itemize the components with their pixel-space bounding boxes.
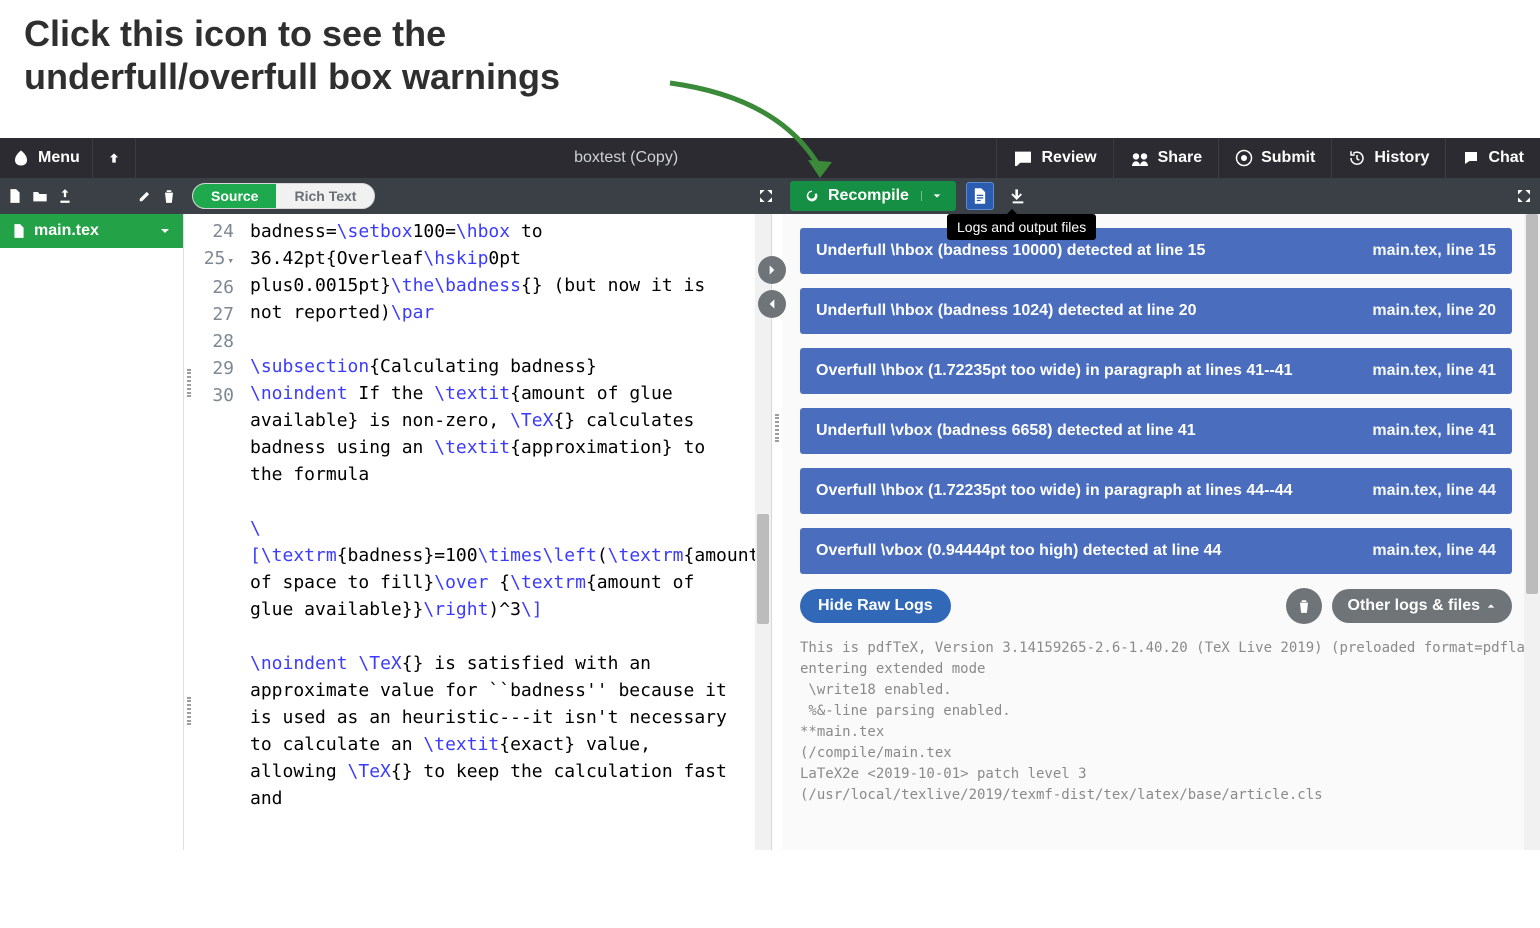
hide-raw-logs-button[interactable]: Hide Raw Logs [800,589,951,623]
pdf-expand-button[interactable] [1516,188,1532,204]
chevron-down-icon [932,191,942,201]
file-item-main-tex[interactable]: main.tex [0,214,183,248]
recompile-dropdown[interactable] [921,191,942,201]
svg-text:Ab: Ab [1019,153,1029,162]
file-label: main.tex [34,222,99,240]
log-actions: Hide Raw Logs Other logs & files [782,580,1540,634]
instruction-line1: Click this icon to see the [24,12,1516,55]
share-button[interactable]: Share [1113,138,1218,178]
warning-location: main.tex, line 20 [1372,302,1496,320]
editor-tools: Source Rich Text [184,178,782,214]
pdf-tools: Recompile Logs and output files [782,178,1540,214]
submit-icon [1235,149,1253,167]
rename-icon[interactable] [138,189,152,203]
chat-icon [1462,149,1480,167]
chevron-down-icon [159,225,171,237]
main-panes: main.tex 2425▾2627282930 badness=\setbox… [0,214,1540,850]
file-tools [0,178,184,214]
warning-item[interactable]: Underfull \hbox (badness 1024) detected … [800,288,1512,334]
leaf-icon [12,149,30,167]
menu-button[interactable]: Menu [0,138,93,178]
history-icon [1348,149,1366,167]
warning-item[interactable]: Underfull \vbox (badness 6658) detected … [800,408,1512,454]
delete-icon[interactable] [162,188,176,204]
instruction-line2: underfull/overfull box warnings [24,55,1516,98]
file-menu-toggle[interactable] [159,225,171,237]
code-area[interactable]: badness=\setbox100=\hbox to 36.42pt{Over… [242,214,755,850]
up-arrow-icon [107,151,121,165]
drag-handle-icon [187,369,191,397]
warning-list: Underfull \hbox (badness 10000) detected… [782,214,1540,580]
drag-handle-icon [775,414,779,442]
warning-message: Overfull \hbox (1.72235pt too wide) in p… [816,362,1293,380]
chat-button[interactable]: Chat [1445,138,1540,178]
resizer-left[interactable] [184,214,194,850]
review-button[interactable]: Ab Review [996,138,1112,178]
new-file-icon[interactable] [8,188,22,204]
warning-message: Overfull \hbox (1.72235pt too wide) in p… [816,482,1293,500]
file-tree-pane: main.tex [0,214,184,850]
logs-button[interactable] [966,182,994,210]
logs-pane: Underfull \hbox (badness 10000) detected… [782,214,1540,850]
other-logs-button[interactable]: Other logs & files [1332,589,1512,623]
history-button[interactable]: History [1331,138,1445,178]
warning-item[interactable]: Underfull \hbox (badness 10000) detected… [800,228,1512,274]
trash-icon [1297,598,1311,614]
arrow-left-icon [765,297,779,311]
richtext-mode-button[interactable]: Rich Text [276,184,374,208]
upload-icon[interactable] [58,188,72,204]
document-icon [972,187,988,205]
menu-label: Menu [38,149,80,167]
line-gutter: 2425▾2627282930 [194,214,242,850]
swap-left-button[interactable] [758,290,786,318]
raw-log-output: This is pdfTeX, Version 3.14159265-2.6-1… [782,634,1540,806]
logs-tooltip: Logs and output files [947,214,1096,240]
warning-location: main.tex, line 44 [1372,482,1496,500]
warning-message: Overfull \vbox (0.94444pt too high) dete… [816,542,1221,560]
editor-expand-button[interactable] [758,188,774,204]
download-icon [1010,188,1026,204]
share-icon [1130,150,1150,166]
logs-scrollbar[interactable] [1524,214,1540,850]
warning-message: Underfull \hbox (badness 10000) detected… [816,242,1205,260]
expand-icon [1516,188,1532,204]
chevron-up-icon [1486,601,1496,611]
scrollbar-thumb[interactable] [757,514,769,624]
warning-location: main.tex, line 15 [1372,242,1496,260]
warning-item[interactable]: Overfull \vbox (0.94444pt too high) dete… [800,528,1512,574]
recompile-button[interactable]: Recompile [790,181,956,211]
expand-icon [758,188,774,204]
warning-location: main.tex, line 44 [1372,542,1496,560]
warning-item[interactable]: Overfull \hbox (1.72235pt too wide) in p… [800,348,1512,394]
warning-message: Underfull \hbox (badness 1024) detected … [816,302,1197,320]
editor-mode-toggle: Source Rich Text [192,183,375,209]
up-button[interactable] [93,138,136,178]
review-icon: Ab [1013,150,1033,166]
editor-pane: 2425▾2627282930 badness=\setbox100=\hbox… [194,214,772,850]
scrollbar-thumb[interactable] [1526,214,1538,594]
file-icon [12,223,26,239]
swap-right-button[interactable] [758,256,786,284]
submit-button[interactable]: Submit [1218,138,1331,178]
project-title: boxtest (Copy) [136,149,997,167]
new-folder-icon[interactable] [32,189,48,203]
warning-location: main.tex, line 41 [1372,362,1496,380]
warning-item[interactable]: Overfull \hbox (1.72235pt too wide) in p… [800,468,1512,514]
refresh-icon [804,188,820,204]
source-mode-button[interactable]: Source [193,184,276,208]
arrow-right-icon [765,263,779,277]
download-pdf-button[interactable] [1004,182,1032,210]
drag-handle-icon [187,697,191,725]
clear-logs-button[interactable] [1286,588,1322,624]
top-bar: Menu boxtest (Copy) Ab Review Share Subm… [0,138,1540,178]
warning-message: Underfull \vbox (badness 6658) detected … [816,422,1196,440]
warning-location: main.tex, line 41 [1372,422,1496,440]
instruction-overlay: Click this icon to see the underfull/ove… [0,0,1540,138]
secondary-toolbar: Source Rich Text Recompile Logs and outp… [0,178,1540,214]
resizer-right[interactable] [772,214,782,850]
